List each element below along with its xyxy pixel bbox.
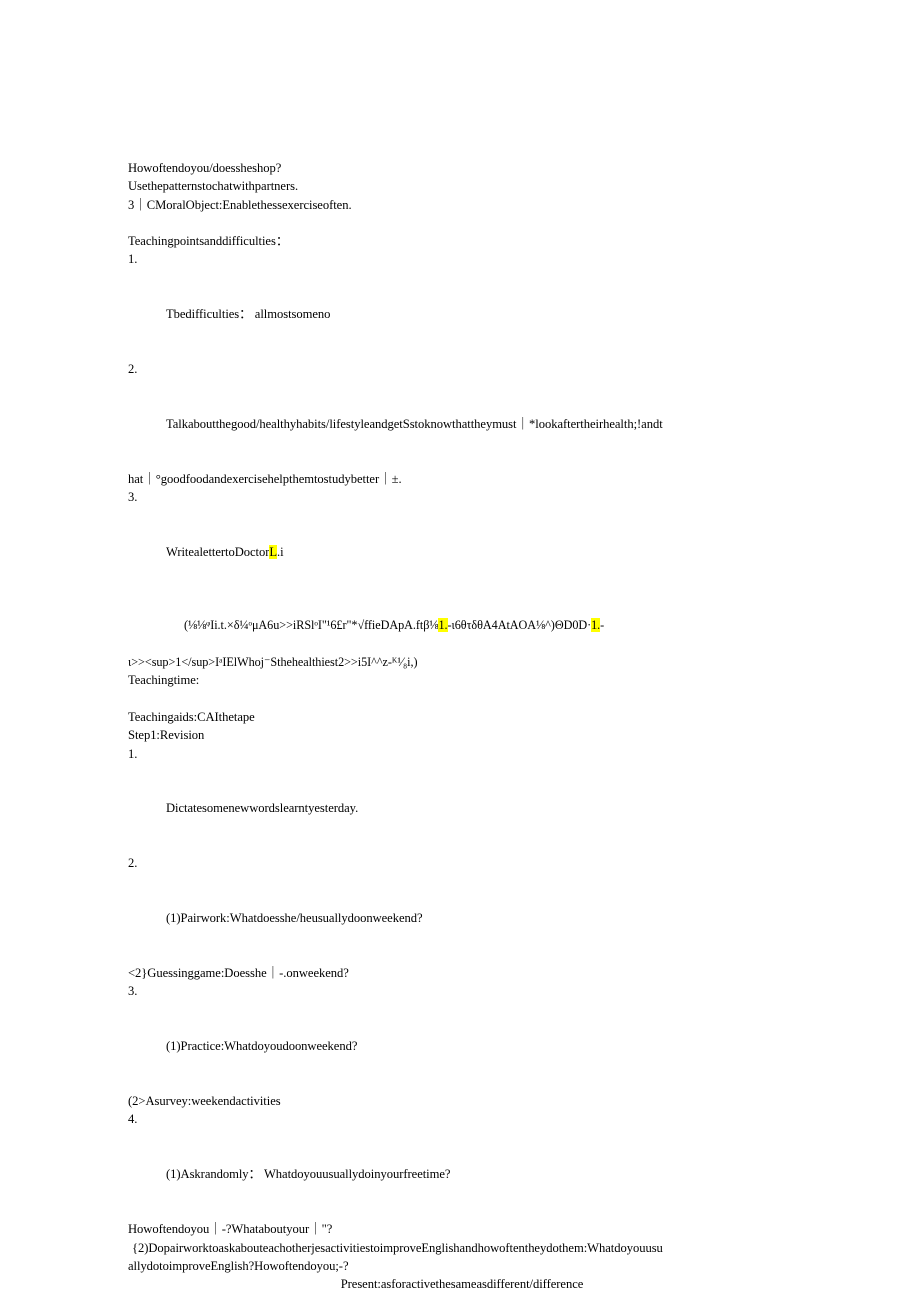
document-page: Howoftendoyou/doessheshop? Usethepattern… — [0, 0, 920, 1301]
teaching-points-item-3: 3. WritealettertoDoctorL.i — [128, 488, 796, 598]
step1-item-2: 2. (1)Pairwork:Whatdoesshe/heusuallydoon… — [128, 854, 796, 964]
step1-howoften-line: Howoftendoyou｜-?Whataboutyour｜"? — [128, 1222, 333, 1237]
list-marker: 2. — [128, 856, 138, 871]
list-text: (1)Pairwork:Whatdoesshe/heusuallydoonwee… — [166, 911, 423, 926]
list-text: Tbedifficulties： allmostsomeno — [166, 307, 331, 322]
item3-text-b: .i — [277, 545, 284, 560]
garbled-c: - — [600, 618, 605, 633]
teaching-aids-line: Teachingaids:CAIthetape — [128, 709, 255, 724]
step1-item-3: 3. (1)Practice:Whatdoyoudoonweekend? — [128, 982, 796, 1092]
item3-text-a: WritealettertoDoctor — [166, 545, 270, 560]
teaching-points-item-1: 1. Tbedifficulties： allmostsomeno — [128, 250, 796, 360]
teaching-time-line: Teachingtime: — [128, 673, 200, 688]
list-marker: 3. — [128, 490, 138, 505]
teaching-points-item-3-garbled-2: ι>><sup>1</sup>IᵃIElWhoj⁻Sthehealthiest2… — [128, 655, 418, 670]
list-text: Dictatesomenewwordslearntyesterday. — [166, 801, 359, 816]
step1-pairwork-line-b: allydotoimproveEnglish?Howoftendoyou;-? — [128, 1258, 349, 1273]
list-text: Talkaboutthegood/healthyhabits/lifestyle… — [166, 417, 663, 432]
teaching-points-item-3-garbled: (⅛⅛ᵠIi.t.×δ¼ᵒμA6u>>iRSlᵒI"¹6£r"*√ffieDAp… — [128, 598, 796, 653]
step1-item-1: 1. Dictatesomenewwordslearntyesterday. — [128, 745, 796, 855]
document-body: Howoftendoyou/doessheshop? Usethepattern… — [128, 159, 796, 1301]
step1-guessing-game-line: <2}Guessinggame:Doesshe｜-.onweekend? — [128, 966, 349, 981]
step1-survey-line: (2>Asurvey:weekendactivities — [128, 1094, 281, 1109]
step1-present-line: Present:asforactivethesameasdifferent/di… — [340, 1277, 584, 1292]
highlight-token-2: 1. — [591, 618, 601, 633]
intro-line-1: Howoftendoyou/doessheshop? — [128, 161, 282, 175]
highlight-letter: L — [269, 545, 278, 560]
list-text: (1)Askrandomly： Whatdoyouusuallydoinyour… — [166, 1167, 451, 1182]
list-marker: 2. — [128, 362, 138, 377]
step1-pairwork-line-a: {2)Dopairworktoaskabouteachotherjesactiv… — [132, 1240, 663, 1255]
highlight-token-1: 1. — [438, 618, 448, 633]
step1-item-4: 4. (1)Askrandomly： Whatdoyouusuallydoiny… — [128, 1110, 796, 1220]
teaching-points-heading: Teachingpointsanddifficulties： — [128, 234, 289, 249]
intro-line-3: 3｜CMoralObject:Enablethessexerciseoften. — [128, 197, 352, 212]
teaching-points-item-2-continuation: hat｜°goodfoodandexercisehelpthemtostudyb… — [128, 472, 402, 487]
list-marker: 1. — [128, 746, 138, 761]
step1-heading: Step1:Revision — [128, 728, 205, 743]
list-text: WritealettertoDoctorL.i — [166, 543, 796, 561]
list-marker: 1. — [128, 252, 138, 267]
list-marker: 3. — [128, 984, 138, 999]
garbled-a: (⅛⅛ᵠIi.t.×δ¼ᵒμA6u>>iRSlᵒI"¹6£r"*√ffieDAp… — [183, 618, 439, 633]
teaching-points-item-2: 2. Talkaboutthegood/healthyhabits/lifest… — [128, 360, 796, 470]
list-text: (1)Practice:Whatdoyoudoonweekend? — [166, 1039, 358, 1054]
intro-line-2: Usethepatternstochatwithpartners. — [128, 179, 299, 194]
garbled-b: -ι6θτδθA4AtAOA⅛^)ΘD0D· — [447, 618, 592, 633]
list-marker: 4. — [128, 1112, 138, 1127]
